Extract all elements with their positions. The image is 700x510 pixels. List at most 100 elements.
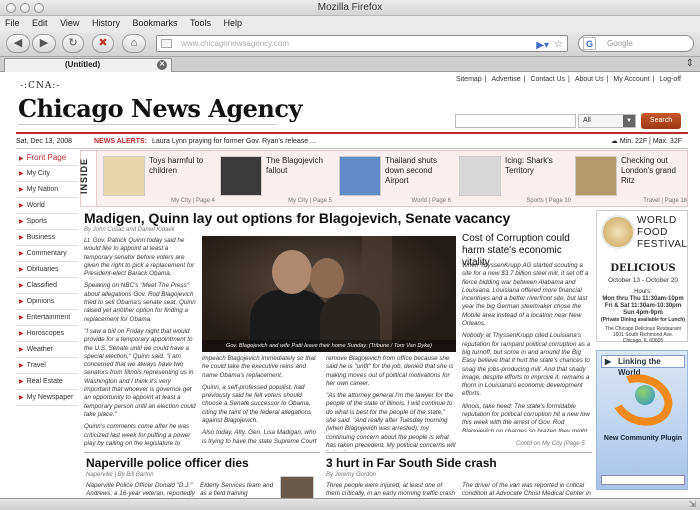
link-about-us[interactable]: About Us bbox=[575, 76, 604, 83]
nav-real-estate[interactable]: ▶ Real Estate bbox=[16, 374, 78, 390]
inside-card[interactable]: Checking out London's grand Ritz Travel … bbox=[575, 154, 691, 204]
home-button[interactable]: ⌂ bbox=[122, 34, 146, 53]
inside-card[interactable]: The Blagojevich fallout My City | Page 5 bbox=[220, 154, 336, 204]
plugin-ad[interactable]: ▶ Linking the World New Community Plugin bbox=[596, 350, 688, 490]
food-plate-icon bbox=[601, 215, 635, 249]
bullet-icon: ▶ bbox=[19, 283, 24, 289]
bullet-icon: ▶ bbox=[19, 235, 24, 241]
nav-sports[interactable]: ▶ Sports bbox=[16, 214, 78, 230]
nav-label: My Newspaper bbox=[26, 394, 74, 401]
bullet-icon: ▶ bbox=[19, 363, 24, 369]
photo-caption: Gov. Blagojevich and wife Patti leave th… bbox=[202, 340, 456, 352]
bullet-icon: ▶ bbox=[19, 156, 24, 162]
nav-my-newspaper[interactable]: ▶ My Newspaper bbox=[16, 390, 78, 406]
main-story-photo[interactable] bbox=[202, 236, 456, 352]
tab-untitled[interactable]: (Untitled) ✕ bbox=[4, 58, 172, 72]
nav-travel[interactable]: ▶ Travel bbox=[16, 358, 78, 374]
ad-dates: October 13 - October 20 bbox=[607, 277, 679, 284]
reload-button[interactable]: ↻ bbox=[62, 34, 84, 53]
ad-brand: DELICIOUS bbox=[610, 263, 676, 274]
nav-my-nation[interactable]: ▶ My Nation bbox=[16, 182, 78, 198]
reload-icon: ↻ bbox=[68, 37, 78, 49]
tab-title: (Untitled) bbox=[65, 60, 101, 69]
nav-opinions[interactable]: ▶ Opinions bbox=[16, 294, 78, 310]
menu-help[interactable]: Help bbox=[219, 16, 248, 30]
stop-icon: ✖ bbox=[98, 37, 108, 49]
bottom-story-byline: Naperville | By Bill Barton bbox=[86, 472, 154, 478]
bottom-story-text: Three people were injured, at least one … bbox=[326, 482, 456, 498]
close-tab-icon[interactable]: ✕ bbox=[157, 60, 167, 70]
nav-front-page[interactable]: ▶ Front Page bbox=[16, 150, 78, 166]
bullet-icon: ▶ bbox=[19, 331, 24, 337]
inside-card[interactable]: Toys harmful to children My City | Page … bbox=[103, 154, 219, 204]
menu-bar: File Edit View History Bookmarks Tools H… bbox=[0, 16, 700, 30]
site-search-category-select[interactable]: All ▼ bbox=[578, 114, 636, 128]
close-window-button[interactable] bbox=[6, 3, 16, 13]
tab-list-icon[interactable]: ⇕ bbox=[686, 58, 694, 69]
link-contact-us[interactable]: Contact Us bbox=[530, 76, 565, 83]
inside-card[interactable]: Thailand shuts down second Airport World… bbox=[339, 154, 455, 204]
paragraph: Quinn, a self-professed populist, had pr… bbox=[202, 383, 312, 425]
menu-edit[interactable]: Edit bbox=[27, 16, 53, 30]
divider bbox=[326, 452, 592, 453]
go-arrow-icon[interactable]: ▶▾ bbox=[536, 38, 549, 53]
page-favicon-icon bbox=[161, 39, 172, 48]
web-page: Sitemap | Advertise | Contact Us | About Us… bbox=[0, 72, 700, 498]
news-alert-text[interactable]: Laura Lynn praying for former Gov. Ryan'… bbox=[152, 134, 316, 149]
nav-my-city[interactable]: ▶ My City bbox=[16, 166, 78, 182]
bottom-story-headline[interactable]: 3 hurt in Far South Side crash bbox=[326, 456, 497, 470]
nav-horoscopes[interactable]: ▶ Horoscopes bbox=[16, 326, 78, 342]
main-story-headline[interactable]: Madigen, Quinn lay out options for Blago… bbox=[84, 210, 510, 226]
forward-button[interactable]: ▶ bbox=[32, 34, 56, 53]
stop-button[interactable]: ✖ bbox=[92, 34, 114, 53]
paragraph: "I saw a bill on Friday night that would… bbox=[84, 327, 196, 418]
nav-entertainment[interactable]: ▶ Entertainment bbox=[16, 310, 78, 326]
zoom-window-button[interactable] bbox=[34, 3, 44, 13]
web-search-field[interactable]: G Google bbox=[578, 35, 694, 52]
food-festival-ad[interactable]: WORLD FOOD FESTIVAL DELICIOUS October 13… bbox=[596, 210, 688, 344]
link-log-off[interactable]: Log-off bbox=[659, 76, 681, 83]
menu-view[interactable]: View bbox=[55, 16, 84, 30]
date-alert-bar: Sat, Dec 13, 2008 NEWS ALERTS: Laura Lyn… bbox=[16, 134, 688, 149]
card-thumbnail bbox=[459, 156, 501, 196]
url-bar[interactable]: www.chicagonewsagency.com ▶▾ ☆ bbox=[156, 35, 568, 52]
link-my-account[interactable]: My Account bbox=[613, 76, 649, 83]
google-engine-icon[interactable]: G bbox=[583, 37, 596, 50]
nav-world[interactable]: ▶ World bbox=[16, 198, 78, 214]
bullet-icon: ▶ bbox=[19, 395, 24, 401]
resize-grip-icon[interactable]: ⇲ bbox=[688, 499, 696, 510]
paragraph: Quinn's comments come after he was criti… bbox=[84, 423, 191, 447]
nav-weather[interactable]: ▶ Weather bbox=[16, 342, 78, 358]
bottom-story-headline[interactable]: Naperville police officer dies bbox=[86, 456, 249, 470]
link-advertise[interactable]: Advertise bbox=[491, 76, 520, 83]
bottom-story-thumbnail[interactable] bbox=[280, 476, 314, 498]
site-search-input[interactable] bbox=[455, 114, 576, 128]
nav-label: Opinions bbox=[26, 298, 55, 305]
nav-commentary[interactable]: ▶ Commentary bbox=[16, 246, 78, 262]
main-story-col2: impeach Blagojevich immediately so that … bbox=[202, 355, 320, 451]
ad-hours: Mon thru Thu 11:30am-10pm bbox=[602, 296, 684, 302]
inside-strip: INSIDE Toys harmful to children My City … bbox=[79, 150, 691, 207]
main-story-col3: remove Blagojevich from office because s… bbox=[326, 355, 456, 451]
card-thumbnail bbox=[339, 156, 381, 196]
site-logo[interactable]: Chicago News Agency bbox=[18, 94, 302, 123]
card-meta: Sports | Page 10 bbox=[526, 198, 571, 204]
nav-obituaries[interactable]: ▶ Obituaries bbox=[16, 262, 78, 278]
site-search-button[interactable]: Search bbox=[641, 113, 681, 129]
inside-card[interactable]: Icing: Shark's Territory Sports | Page 1… bbox=[459, 154, 575, 204]
bullet-icon: ▶ bbox=[19, 267, 24, 273]
menu-history[interactable]: History bbox=[87, 16, 125, 30]
minimize-window-button[interactable] bbox=[20, 3, 30, 13]
nav-label: My City bbox=[26, 170, 50, 177]
nav-classified[interactable]: ▶ Classified bbox=[16, 278, 78, 294]
menu-bookmarks[interactable]: Bookmarks bbox=[127, 16, 182, 30]
continued-link[interactable]: Contd on My City (Page 5 bbox=[516, 441, 585, 447]
back-button[interactable]: ◀ bbox=[6, 34, 30, 53]
nav-business[interactable]: ▶ Business bbox=[16, 230, 78, 246]
url-text: www.chicagonewsagency.com bbox=[181, 39, 289, 48]
bookmark-star-icon[interactable]: ☆ bbox=[554, 37, 563, 52]
menu-tools[interactable]: Tools bbox=[185, 16, 216, 30]
link-sitemap[interactable]: Sitemap bbox=[456, 76, 482, 83]
bullet-icon: ▶ bbox=[19, 203, 24, 209]
menu-file[interactable]: File bbox=[0, 16, 25, 30]
